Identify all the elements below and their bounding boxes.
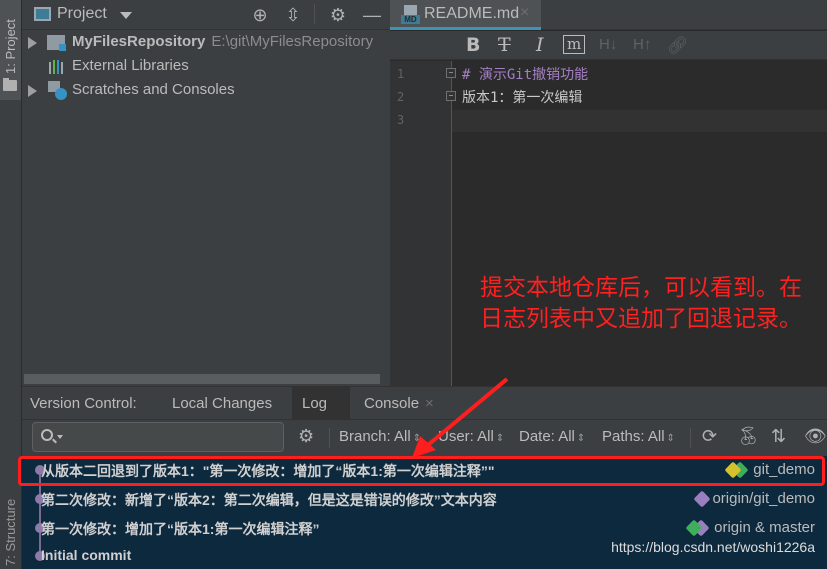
commit-message: Initial commit — [41, 547, 132, 563]
sort-icon[interactable]: ⇅ — [771, 426, 786, 447]
collapse-all-icon[interactable]: ⇳ — [282, 4, 304, 26]
editor-tab-title: README.md — [424, 5, 520, 22]
line-number: 3 — [397, 113, 405, 127]
branch-filter[interactable]: Branch: All ⇕ — [339, 428, 421, 445]
version-control-tabs: Version Control: Local Changes Log Conso… — [22, 386, 827, 420]
gear-icon[interactable]: ⚙ — [298, 426, 314, 447]
tree-item-external-libraries[interactable]: External Libraries — [22, 55, 389, 79]
toolbar-separator — [314, 4, 315, 24]
project-panel-header: Project ⊕ ⇳ ⚙ — — [22, 0, 389, 30]
markdown-toolbar: B T I m H↓ H↑ 🔗︎ — [390, 31, 827, 60]
line-number-gutter: 1 2 3 — [390, 61, 456, 386]
current-line-highlight — [452, 110, 827, 132]
tab-local-changes[interactable]: Local Changes — [162, 387, 282, 420]
tab-log[interactable]: Log — [292, 387, 350, 420]
commit-message: 第二次修改：新增了“版本2：第二次编辑，但是这是错误的修改”文本内容 — [41, 492, 497, 508]
markdown-file-icon: MD — [401, 5, 420, 25]
remote-branch-tag-icon — [693, 490, 711, 507]
ide-window: 1: Project 7: Structure Project ⊕ ⇳ ⚙ — … — [0, 0, 827, 569]
tree-item-repository[interactable]: MyFilesRepository E:\git\MyFilesRepositor… — [22, 31, 389, 55]
close-icon[interactable]: × — [520, 4, 529, 22]
date-filter[interactable]: Date: All ⇕ — [519, 428, 585, 445]
locate-crosshair-icon[interactable]: ⊕ — [249, 4, 271, 26]
commit-message: 第一次修改：增加了“版本1:第一次编辑注释” — [41, 521, 320, 537]
annotation-text: 提交本地仓库后，可以看到。在日志列表中又追加了回退记录。 — [480, 274, 802, 331]
toolbar-separator — [329, 428, 330, 448]
tree-item-path: E:\git\MyFilesRepository — [211, 33, 374, 50]
chevron-down-icon[interactable] — [120, 12, 132, 19]
minimize-icon[interactable]: — — [361, 4, 383, 26]
fold-marker-icon[interactable] — [446, 91, 456, 101]
expand-arrow-icon[interactable] — [28, 37, 37, 49]
view-options-eye-icon[interactable]: 👁︎ — [804, 426, 827, 447]
commit-refs: origin & master — [685, 519, 815, 536]
tree-item-label: External Libraries — [72, 57, 189, 74]
editor-tab-readme[interactable]: MD README.md × — [390, 0, 541, 30]
scratches-icon — [48, 81, 67, 100]
paths-filter[interactable]: Paths: All ⇕ — [602, 428, 675, 445]
toolbar-separator — [690, 428, 691, 448]
code-span-button[interactable]: m — [563, 35, 586, 54]
header-level-up-button[interactable]: H↑ — [633, 36, 651, 53]
refresh-icon[interactable]: ⟳ — [702, 426, 717, 447]
structure-tool-tab[interactable]: 7: Structure — [3, 499, 18, 566]
cherry-pick-icon[interactable]: 🍒︎ — [737, 426, 760, 447]
code-line[interactable]: 版本1：第一次编辑 — [462, 87, 582, 107]
chevron-down-icon — [57, 435, 63, 439]
version-control-label: Version Control: — [30, 395, 137, 412]
commit-row[interactable]: 第二次修改：新增了“版本2：第二次编辑，但是这是错误的修改”文本内容 origi… — [22, 485, 827, 514]
line-number: 2 — [397, 90, 405, 104]
project-view-icon — [34, 7, 51, 21]
search-icon — [41, 429, 53, 441]
project-tool-tab-label: 1: Project — [3, 19, 18, 74]
watermark: https://blog.csdn.net/woshi1226a — [611, 539, 815, 555]
expand-arrow-icon[interactable] — [28, 85, 37, 97]
project-tool-tab[interactable]: 1: Project — [0, 0, 21, 100]
commit-refs: origin/git_demo — [693, 490, 815, 507]
tab-console[interactable]: Console × — [354, 387, 444, 420]
link-icon[interactable]: 🔗︎ — [667, 36, 689, 56]
gear-icon[interactable]: ⚙ — [327, 4, 349, 26]
tree-item-scratches[interactable]: Scratches and Consoles — [22, 79, 389, 103]
libraries-icon — [49, 60, 65, 74]
editor-tab-bar: MD README.md × — [390, 0, 827, 30]
project-panel-title[interactable]: Project — [57, 5, 107, 23]
project-panel: Project ⊕ ⇳ ⚙ — MyFilesRepository E:\git\… — [22, 0, 389, 386]
fold-marker-icon[interactable] — [446, 68, 456, 78]
header-level-down-button[interactable]: H↓ — [599, 36, 617, 53]
horizontal-scrollbar[interactable] — [24, 374, 380, 384]
bold-button[interactable]: B — [466, 34, 480, 56]
line-number: 1 — [397, 67, 405, 81]
user-filter[interactable]: User: All ⇕ — [438, 428, 504, 445]
folder-icon — [3, 78, 17, 91]
module-folder-icon — [47, 35, 66, 51]
tree-item-label: MyFilesRepository E:\git\MyFilesRepositor… — [72, 33, 374, 50]
close-icon[interactable]: × — [425, 395, 434, 412]
log-toolbar: ⚙ Branch: All ⇕ User: All ⇕ Date: All ⇕ Pat… — [22, 420, 827, 456]
highlight-box — [18, 456, 825, 486]
branch-tag-icon — [685, 519, 710, 536]
strikethrough-button[interactable]: T — [498, 34, 511, 56]
code-line-heading[interactable]: # 演示Git撤销功能 — [462, 64, 588, 84]
log-search-input[interactable] — [32, 422, 284, 452]
tree-item-label: Scratches and Consoles — [72, 81, 235, 98]
italic-button[interactable]: I — [536, 34, 544, 56]
